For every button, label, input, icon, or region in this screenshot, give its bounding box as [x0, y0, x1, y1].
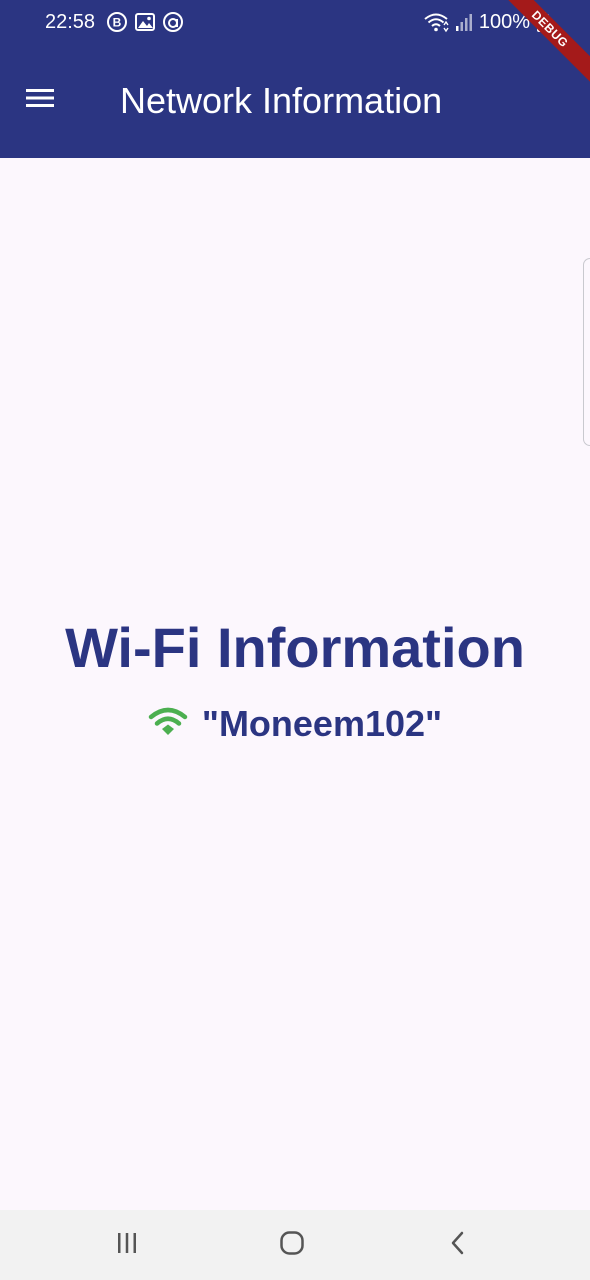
signal-icon: [455, 11, 473, 33]
menu-button[interactable]: [16, 76, 64, 124]
ssid-row: "Moneem102": [0, 696, 590, 752]
status-notification-icons: B: [106, 11, 184, 33]
status-bar: 22:58 B 100%: [0, 0, 590, 44]
edge-panel-handle[interactable]: [583, 258, 590, 446]
wifi-icon: [148, 706, 188, 743]
home-button[interactable]: [270, 1223, 314, 1267]
back-icon: [446, 1231, 470, 1260]
wifi-ssid: "Moneem102": [201, 703, 443, 744]
wifi-info-section: Wi-Fi Information "Moneem102": [0, 600, 590, 752]
header: 22:58 B 100% DEBUG Network Information: [0, 0, 590, 158]
home-icon: [279, 1230, 305, 1261]
image-icon: [134, 11, 156, 33]
wifi-info-heading: Wi-Fi Information: [65, 616, 525, 679]
a-circle-icon: [162, 11, 184, 33]
system-nav-bar: [0, 1210, 590, 1280]
battery-icon: [536, 11, 550, 33]
status-system-icons: 100%: [423, 10, 550, 34]
app-bar: Network Information: [0, 44, 590, 158]
recents-icon: [115, 1231, 139, 1260]
recents-button[interactable]: [105, 1223, 149, 1267]
battery-percentage: 100%: [478, 11, 530, 33]
status-time: 22:58: [45, 11, 96, 33]
back-button[interactable]: [436, 1223, 480, 1267]
svg-text:B: B: [113, 16, 122, 30]
menu-icon: [26, 88, 54, 113]
b-circle-icon: B: [106, 11, 128, 33]
wifi-status-icon: [423, 11, 449, 33]
page-title: Network Information: [120, 80, 443, 121]
